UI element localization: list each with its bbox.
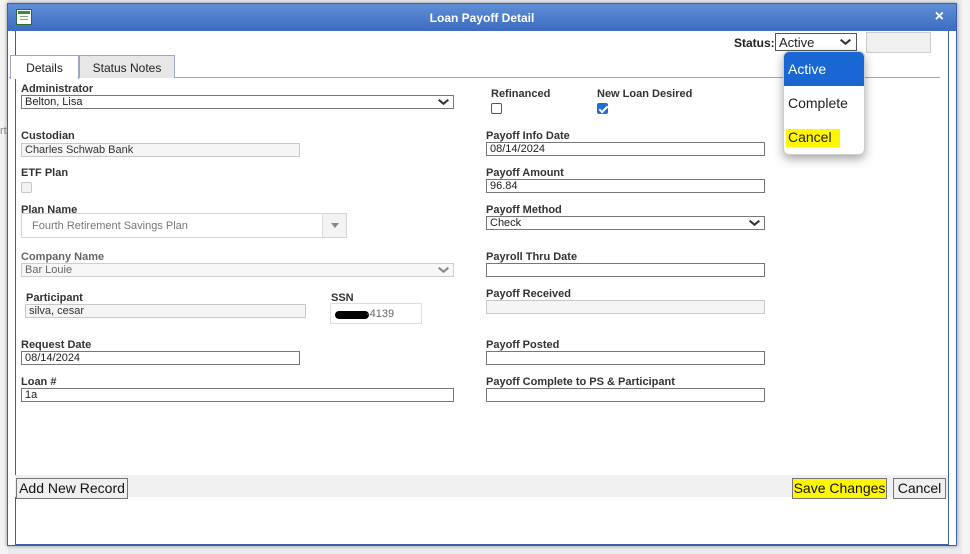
save-changes-button[interactable]: Save Changes	[792, 478, 887, 499]
close-icon[interactable]: ×	[935, 8, 944, 26]
payoff-posted-input[interactable]	[486, 351, 765, 365]
chevron-down-icon	[439, 98, 448, 107]
chevron-down-icon	[750, 219, 759, 228]
administrator-value: Belton, Lisa	[25, 96, 83, 108]
payoff-amount-input[interactable]: 96.84	[486, 179, 765, 193]
status-label: Status:	[734, 36, 775, 50]
add-new-record-button[interactable]: Add New Record	[16, 478, 128, 499]
refinanced-label: Refinanced	[491, 88, 551, 100]
chevron-down-icon	[439, 266, 448, 275]
plan-name-value: Fourth Retirement Savings Plan	[32, 220, 188, 232]
dialog-title: Loan Payoff Detail	[429, 11, 535, 25]
status-select[interactable]: Active	[775, 33, 857, 51]
status-value: Active	[779, 35, 815, 50]
status-option-complete[interactable]: Complete	[784, 86, 864, 120]
payroll-thru-date-label: Payroll Thru Date	[486, 251, 578, 263]
ssn-redaction-mark	[335, 311, 369, 319]
payoff-complete-input[interactable]	[486, 388, 765, 402]
payoff-received-label: Payoff Received	[486, 288, 571, 300]
new-loan-desired-label: New Loan Desired	[597, 88, 693, 100]
status-option-cancel[interactable]: Cancel	[784, 120, 864, 154]
payoff-method-label: Payoff Method	[486, 204, 562, 216]
etf-plan-checkbox[interactable]	[21, 182, 32, 193]
payoff-complete-label: Payoff Complete to PS & Participant	[486, 376, 675, 388]
payoff-method-select[interactable]: Check	[486, 216, 765, 230]
caret-down-icon[interactable]	[322, 214, 346, 237]
payoff-method-value: Check	[490, 217, 522, 229]
company-name-select[interactable]: Bar Louie	[21, 263, 454, 277]
loan-number-label: Loan #	[21, 376, 57, 388]
company-name-value: Bar Louie	[25, 264, 73, 276]
plan-name-combo[interactable]: Fourth Retirement Savings Plan	[21, 213, 347, 238]
background-right-strip	[962, 0, 970, 554]
payoff-received-field	[486, 300, 765, 314]
etf-plan-label: ETF Plan	[21, 167, 69, 179]
participant-label: Participant	[26, 292, 83, 304]
status-extra-field[interactable]	[866, 32, 931, 53]
participant-field: silva, cesar	[25, 304, 306, 318]
status-dropdown-menu: Active Complete Cancel	[783, 51, 865, 155]
loan-number-input[interactable]: 1a	[21, 388, 454, 402]
chevron-down-icon	[841, 38, 850, 47]
cancel-button[interactable]: Cancel	[893, 478, 946, 499]
request-date-label: Request Date	[21, 339, 92, 351]
administrator-label: Administrator	[21, 83, 94, 95]
status-option-active[interactable]: Active	[784, 52, 864, 86]
administrator-select[interactable]: Belton, Lisa	[21, 95, 454, 109]
payoff-info-date-label: Payoff Info Date	[486, 130, 570, 142]
payroll-thru-date-input[interactable]	[486, 263, 765, 277]
custodian-field: Charles Schwab Bank	[21, 143, 300, 157]
dialog-titlebar[interactable]: Loan Payoff Detail ×	[8, 4, 956, 31]
company-name-label: Company Name	[21, 251, 105, 263]
ssn-field: -4139	[330, 303, 422, 324]
tab-details[interactable]: Details	[10, 55, 79, 79]
request-date-input[interactable]: 08/14/2024	[21, 351, 300, 365]
tab-status-notes[interactable]: Status Notes	[79, 55, 175, 78]
payoff-posted-label: Payoff Posted	[486, 339, 560, 351]
payoff-info-date-input[interactable]: 08/14/2024	[486, 142, 765, 156]
custodian-label: Custodian	[21, 130, 75, 142]
payoff-amount-label: Payoff Amount	[486, 167, 564, 179]
refinanced-checkbox[interactable]	[491, 103, 502, 114]
new-loan-desired-checkbox[interactable]	[597, 103, 608, 114]
ssn-value: -4139	[366, 308, 395, 320]
